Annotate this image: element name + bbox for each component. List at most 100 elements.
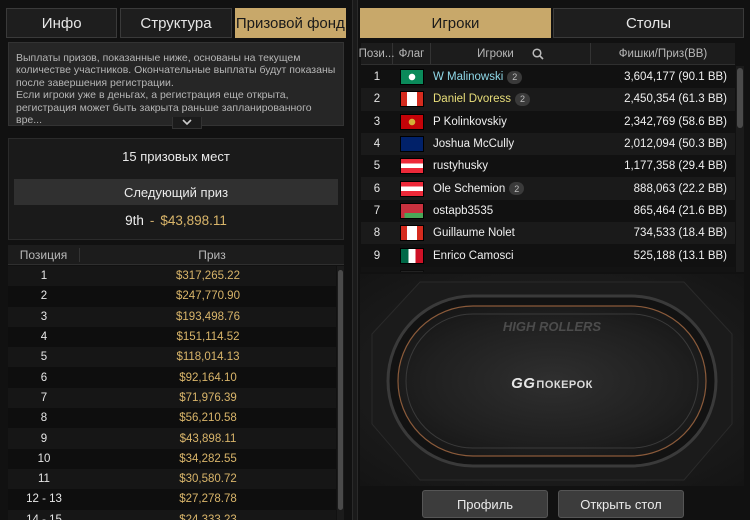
col-players[interactable]: Игроки bbox=[431, 43, 591, 64]
player-chips: 525,188 (13.1 BB) bbox=[633, 249, 727, 262]
player-position: 6 bbox=[373, 182, 381, 195]
col-players-label: Игроки bbox=[477, 47, 514, 60]
player-name: ostapb3535 bbox=[431, 205, 591, 217]
right-panel: Игроки Столы Пози... Флаг Игроки Фишки/П… bbox=[358, 0, 750, 520]
prize-amount: $118,014.13 bbox=[176, 351, 240, 364]
prize-amount: $30,580.72 bbox=[179, 473, 237, 486]
prize-places-count: 15 призовых мест bbox=[122, 149, 230, 164]
player-name: Enrico Camosci bbox=[431, 250, 591, 262]
prize-position: 4 bbox=[40, 331, 48, 344]
prize-amount: $193,498.76 bbox=[176, 310, 240, 323]
scrollbar-thumb[interactable] bbox=[737, 68, 743, 128]
player-name-text: Joshua McCully bbox=[433, 138, 515, 151]
prize-scrollbar[interactable] bbox=[337, 266, 344, 520]
tab-structure[interactable]: Структура bbox=[120, 8, 232, 38]
col-chips[interactable]: Фишки/Приз(BB) bbox=[591, 43, 735, 64]
flag-canada-icon bbox=[400, 91, 424, 108]
prize-position: 8 bbox=[40, 412, 48, 425]
tab-info[interactable]: Инфо bbox=[6, 8, 118, 38]
col-flag[interactable]: Флаг bbox=[393, 43, 431, 64]
prize-position: 2 bbox=[40, 290, 48, 303]
tab-players[interactable]: Игроки bbox=[360, 8, 551, 38]
scrollbar-thumb[interactable] bbox=[338, 270, 343, 510]
player-flag bbox=[393, 158, 431, 175]
player-name-text: Ole Schemion bbox=[433, 182, 506, 195]
player-row[interactable]: 10TheBoyGuy$24,333.55 bbox=[361, 266, 735, 272]
player-position: 8 bbox=[373, 227, 381, 240]
search-icon[interactable] bbox=[532, 47, 544, 60]
player-position: 5 bbox=[373, 160, 381, 173]
prize-amount: $56,210.58 bbox=[179, 412, 237, 425]
prize-position: 14 - 15 bbox=[26, 513, 62, 520]
tables-count-badge: 2 bbox=[509, 182, 525, 196]
open-table-button[interactable]: Открыть стол bbox=[558, 490, 684, 518]
player-row[interactable]: 4 Joshua McCully 2,012,094 (50.3 BB) bbox=[361, 132, 735, 156]
player-position: 1 bbox=[373, 71, 381, 84]
player-row[interactable]: 3 P Kolinkovskiy 2,342,769 (58.6 BB) bbox=[361, 110, 735, 133]
left-tabbar: Инфо Структура Призовой фонд bbox=[6, 8, 346, 38]
player-name: Joshua McCully bbox=[431, 138, 591, 150]
next-prize-position: 9th bbox=[125, 213, 144, 228]
player-name: Ole Schemion 2 bbox=[431, 182, 591, 196]
prize-row: 14 - 15 $24,333.23 bbox=[8, 509, 336, 520]
prize-row: 9 $43,898.11 bbox=[8, 428, 336, 449]
prize-position: 7 bbox=[40, 391, 48, 404]
player-flag bbox=[393, 69, 431, 86]
col-position[interactable]: Позиция bbox=[8, 247, 80, 262]
prize-amount: $71,976.39 bbox=[179, 391, 237, 404]
player-row[interactable]: 8 Guillaume Nolet 734,533 (18.4 BB) bbox=[361, 222, 735, 245]
player-name-text: Enrico Camosci bbox=[433, 249, 514, 262]
table-preview: HIGH ROLLERS GGПОКЕРОК bbox=[360, 274, 744, 486]
prize-row: 3 $193,498.76 bbox=[8, 306, 336, 327]
player-row[interactable]: 5 rustyhusky 1,177,358 (29.4 BB) bbox=[361, 155, 735, 178]
player-chips: 888,063 (22.2 BB) bbox=[633, 182, 727, 195]
player-flag bbox=[393, 202, 431, 219]
prize-row: 4 $151,114.52 bbox=[8, 326, 336, 348]
player-row[interactable]: 6 Ole Schemion 2 888,063 (22.2 BB) bbox=[361, 177, 735, 200]
col-prize[interactable]: Приз bbox=[80, 248, 344, 262]
player-position: 7 bbox=[373, 204, 381, 217]
next-prize-amount: $43,898.11 bbox=[160, 213, 227, 228]
prize-position: 11 bbox=[38, 473, 50, 486]
prize-amount: $43,898.11 bbox=[179, 432, 237, 445]
player-flag bbox=[393, 269, 431, 272]
players-scrollbar[interactable] bbox=[736, 66, 744, 272]
prize-amount: $317,265.22 bbox=[176, 270, 240, 283]
players-table-header: Пози... Флаг Игроки Фишки/Приз(BB) bbox=[359, 43, 735, 65]
player-name: rustyhusky bbox=[431, 160, 591, 172]
player-row[interactable]: 9 Enrico Camosci 525,188 (13.1 BB) bbox=[361, 244, 735, 267]
prize-position: 1 bbox=[40, 270, 48, 283]
prize-row: 2 $247,770.90 bbox=[8, 286, 336, 307]
prize-table-header: Позиция Приз bbox=[8, 245, 344, 265]
player-position: 9 bbox=[373, 249, 381, 262]
flag-austria-icon bbox=[400, 158, 424, 175]
flag-canada-icon bbox=[400, 225, 424, 242]
prize-position: 3 bbox=[40, 310, 48, 323]
player-chips: 865,464 (21.6 BB) bbox=[633, 204, 727, 217]
col-pos[interactable]: Пози... bbox=[359, 43, 394, 64]
prize-position: 12 - 13 bbox=[26, 493, 62, 506]
prize-position: 6 bbox=[40, 371, 48, 384]
player-name-text: Guillaume Nolet bbox=[433, 227, 515, 240]
prize-row: 12 - 13 $27,278.78 bbox=[8, 489, 336, 510]
player-name: P Kolinkovskiy bbox=[431, 116, 591, 128]
player-flag bbox=[393, 225, 431, 242]
player-chips: 734,533 (18.4 BB) bbox=[633, 227, 727, 240]
prize-amount: $34,282.55 bbox=[179, 452, 237, 465]
flag-mexico-icon bbox=[400, 247, 424, 264]
tab-prize-pool[interactable]: Призовой фонд bbox=[234, 8, 346, 38]
player-row[interactable]: 2 Daniel Dvoress 2 2,450,354 (61.3 BB) bbox=[361, 88, 735, 111]
player-name-text: W Malinowski bbox=[433, 71, 504, 84]
flag-austria-icon bbox=[400, 180, 424, 197]
prize-row: 7 $71,976.39 bbox=[8, 387, 336, 409]
player-name-text: rustyhusky bbox=[433, 160, 488, 173]
profile-button[interactable]: Профиль bbox=[422, 490, 548, 518]
player-row[interactable]: 7 ostapb3535 865,464 (21.6 BB) bbox=[361, 199, 735, 223]
chevron-down-icon bbox=[182, 119, 192, 126]
tab-tables[interactable]: Столы bbox=[553, 8, 744, 38]
prize-amount: $247,770.90 bbox=[176, 290, 240, 303]
players-table-body: 1W Malinowski 2 3,604,177 (90.1 BB) 2 Daniel… bbox=[361, 66, 735, 272]
tables-count-badge: 2 bbox=[514, 92, 530, 106]
player-row[interactable]: 1 W Malinowski 2 3,604,177 (90.1 BB) bbox=[361, 66, 735, 89]
expand-info-button[interactable] bbox=[172, 117, 202, 129]
